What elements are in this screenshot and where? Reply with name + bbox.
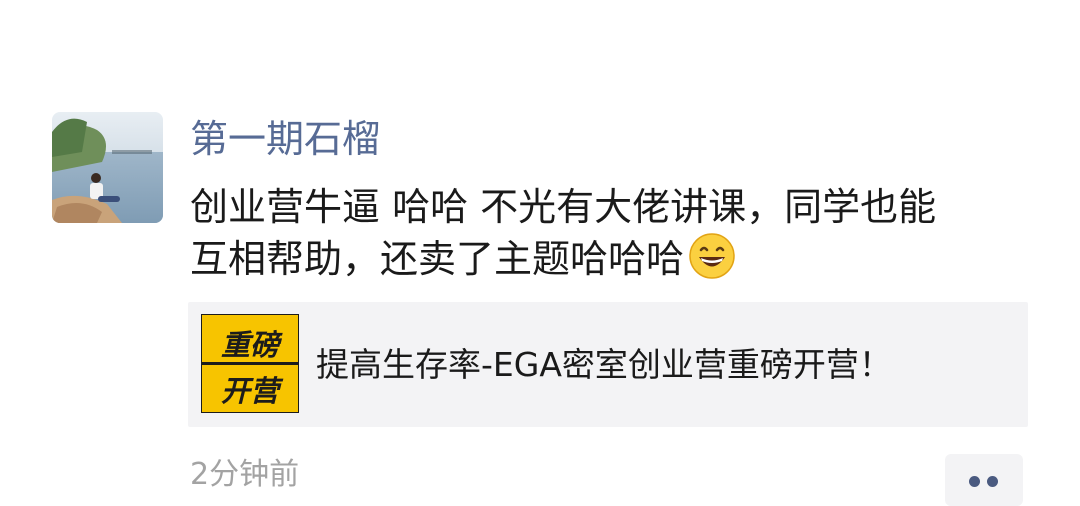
post-content-line: 互相帮助，还卖了主题哈哈哈: [190, 232, 1030, 282]
dot-icon: [969, 476, 980, 487]
post-time: 2分钟前: [190, 457, 300, 492]
avatar-photo: [52, 112, 163, 223]
avatar[interactable]: [52, 112, 163, 223]
link-thumbnail: 重磅 开营: [201, 314, 299, 413]
shared-link-card[interactable]: 重磅 开营 提高生存率-EGA密室创业营重磅开营！: [188, 302, 1028, 427]
thumb-text-line2: 开营: [221, 374, 284, 408]
dot-icon: [987, 476, 998, 487]
grinning-face-emoji-icon: [689, 233, 735, 279]
post-content-line: 创业营牛逼 哈哈 不光有大佬讲课，同学也能: [190, 185, 937, 229]
author-name[interactable]: 第一期石榴: [190, 116, 380, 162]
more-actions-button[interactable]: [945, 454, 1023, 506]
post-content-text: 互相帮助，还卖了主题哈哈哈: [190, 237, 685, 281]
link-thumbnail-image: 重磅 开营: [202, 328, 298, 408]
thumb-text-line1: 重磅: [221, 328, 283, 362]
post-content: 创业营牛逼 哈哈 不光有大佬讲课，同学也能 互相帮助，还卖了主题哈哈哈: [190, 182, 1030, 282]
link-title: 提高生存率-EGA密室创业营重磅开营！: [316, 345, 892, 384]
